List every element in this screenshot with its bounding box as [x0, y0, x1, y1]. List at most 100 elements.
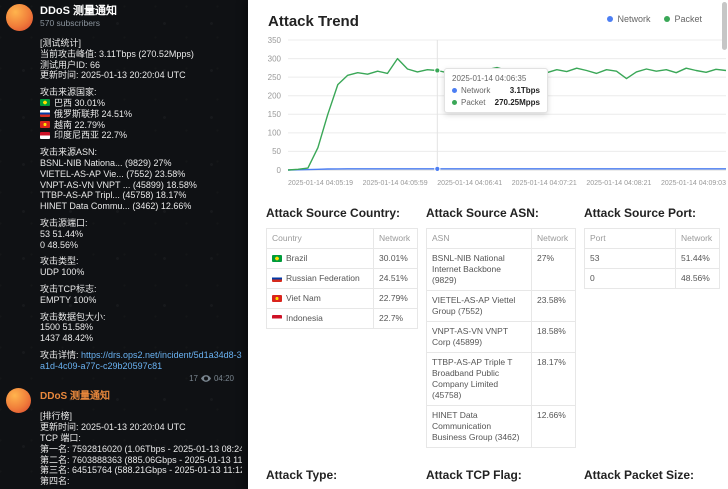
vertical-scrollbar[interactable]	[722, 2, 727, 50]
port-section-header: 攻击源端口:	[40, 218, 242, 229]
table-cell: 22.7%	[374, 309, 418, 329]
x-axis-tick: 2025-01-14 04:09:03	[661, 180, 726, 187]
channel-avatar[interactable]	[6, 4, 33, 31]
channel-title: DDoS 测量通知	[40, 5, 117, 18]
post-time: 04:20	[214, 374, 234, 385]
svg-text:50: 50	[272, 147, 281, 156]
tooltip-row: Network 3.1Tbps	[452, 86, 540, 95]
section-attack-type: Attack Type: Type Network UDP100%	[266, 468, 418, 489]
table-cell: 51.44%	[676, 249, 720, 269]
port-list: 53 51.44%0 48.56%	[40, 229, 242, 251]
table-row: 048.56%	[585, 269, 720, 289]
table-cell: BSNL-NIB National Internet Backbone (982…	[427, 249, 532, 291]
legend-label: Packet	[674, 14, 702, 24]
tooltip-row: Packet 270.25Mpps	[452, 98, 540, 107]
table-cell: Russian Federation	[267, 269, 374, 289]
tooltip-label: Packet	[461, 98, 485, 107]
table-cell: 12.66%	[532, 406, 576, 448]
svg-text:350: 350	[268, 36, 282, 45]
post2-updated: 更新时间: 2025-01-13 20:20:04 UTC	[40, 422, 242, 433]
type-section-header: 攻击类型:	[40, 256, 242, 267]
legend-item-network[interactable]: Network	[607, 14, 650, 24]
flag-brazil-icon	[40, 99, 50, 106]
tcpflag-list: EMPTY 100%	[40, 295, 242, 306]
svg-text:200: 200	[268, 92, 282, 101]
country-text: 印度尼西亚 22.7%	[54, 130, 127, 140]
table-cell: Brazil	[267, 249, 374, 269]
svg-text:150: 150	[268, 110, 282, 119]
tooltip-label: Network	[461, 86, 490, 95]
section-attack-source-port: Attack Source Port: Port Network 5351.44…	[584, 206, 720, 448]
asn-section-header: 攻击来源ASN:	[40, 147, 242, 158]
section-title: Attack Packet Size:	[584, 468, 720, 482]
country-line: 巴西 30.01%	[40, 98, 242, 109]
report-panel: Attack Trend Network Packet 050100150200…	[248, 0, 728, 489]
telegram-panel: DDoS 测量通知 570 subscribers [测试统计] 当前攻击峰值:…	[0, 0, 248, 489]
column-header: Network	[532, 229, 576, 249]
asn-line: HINET Data Commu... (3462) 12.66%	[40, 201, 242, 212]
table-row: VNPT-AS-VN VNPT Corp (45899)18.58%	[427, 322, 576, 353]
post-channel-name[interactable]: DDoS 测量通知	[40, 391, 242, 403]
post-avatar[interactable]	[6, 388, 31, 413]
country-line: 印度尼西亚 22.7%	[40, 130, 242, 141]
table-cell: HINET Data Communication Business Group …	[427, 406, 532, 448]
flag-russia-icon	[272, 275, 282, 282]
legend-item-packet[interactable]: Packet	[664, 14, 702, 24]
attack-trend-chart[interactable]: 050100150200250300350 2025-01-14 04:05:1…	[248, 30, 728, 202]
svg-text:0: 0	[277, 166, 282, 175]
chat-header[interactable]: DDoS 测量通知 570 subscribers	[40, 5, 117, 28]
table-cell: 27%	[532, 249, 576, 291]
column-header: Port	[585, 229, 676, 249]
chart-legend: Network Packet	[607, 14, 702, 24]
tcpflag-line: EMPTY 100%	[40, 295, 242, 306]
country-line: 越南 22.79%	[40, 120, 242, 131]
table-header-row: Port Network	[585, 229, 720, 249]
post-meta: 17 04:20	[40, 374, 242, 385]
report-sections: Attack Source Country: Country Network B…	[266, 206, 720, 489]
views-count: 17	[189, 374, 198, 385]
svg-text:300: 300	[268, 54, 282, 63]
asn-line: VIETEL-AS-AP Vie... (7552) 23.58%	[40, 169, 242, 180]
table-cell: Viet Nam	[267, 289, 374, 309]
x-axis-tick: 2025-01-14 04:05:19	[288, 180, 353, 187]
table-cell: 18.58%	[532, 322, 576, 353]
table-row: BSNL-NIB National Internet Backbone (982…	[427, 249, 576, 291]
table-row: Indonesia22.7%	[267, 309, 418, 329]
country-section-header: 攻击来源国家:	[40, 87, 242, 98]
channel-posts: [测试统计] 当前攻击峰值: 3.11Tbps (270.52Mpps) 测试用…	[40, 38, 242, 487]
table-row: VIETEL-AS-AP Viettel Group (7552)23.58%	[427, 291, 576, 322]
network-dot-icon	[452, 88, 457, 93]
tooltip-value: 270.25Mpps	[495, 98, 540, 107]
size-line: 1500 51.58%	[40, 322, 242, 333]
table-header-row: Country Network	[267, 229, 418, 249]
rank-line: 第一名: 7592816020 (1.06Tbps - 2025-01-13 0…	[40, 444, 242, 455]
channel-subscribers: 570 subscribers	[40, 18, 117, 28]
table-cell: 22.79%	[374, 289, 418, 309]
asn-table: ASN Network BSNL-NIB National Internet B…	[426, 228, 576, 448]
port-table: Port Network 5351.44%048.56%	[584, 228, 720, 289]
table-cell: 23.58%	[532, 291, 576, 322]
column-header: Network	[374, 229, 418, 249]
flag-indonesia-icon	[40, 132, 50, 139]
table-row: HINET Data Communication Business Group …	[427, 406, 576, 448]
page-title: Attack Trend	[268, 13, 359, 30]
table-cell: 18.17%	[532, 353, 576, 406]
port-line: 53 51.44%	[40, 229, 242, 240]
table-cell: 24.51%	[374, 269, 418, 289]
flag-brazil-icon	[272, 255, 282, 262]
section-title: Attack Source Country:	[266, 206, 418, 220]
tooltip-value: 3.1Tbps	[510, 86, 540, 95]
table-header-row: ASN Network	[427, 229, 576, 249]
user-id-line: 测试用户ID: 66	[40, 60, 242, 71]
type-list: UDP 100%	[40, 267, 242, 278]
rank-line: 第三名: 64515764 (588.21Gbps - 2025-01-13 1…	[40, 465, 242, 476]
table-cell: Indonesia	[267, 309, 374, 329]
table-cell: 48.56%	[676, 269, 720, 289]
packet-dot-icon	[452, 100, 457, 105]
asn-line: VNPT-AS-VN VNPT ... (45899) 18.58%	[40, 180, 242, 191]
rank-line: 第二名: 7603888363 (885.06Gbps - 2025-01-13…	[40, 455, 242, 466]
column-header: Country	[267, 229, 374, 249]
rank-list: 第一名: 7592816020 (1.06Tbps - 2025-01-13 0…	[40, 444, 242, 487]
section-attack-tcp-flag: Attack TCP Flag: TCP Flag Network EMPTY1…	[426, 468, 576, 489]
legend-label: Network	[617, 14, 650, 24]
